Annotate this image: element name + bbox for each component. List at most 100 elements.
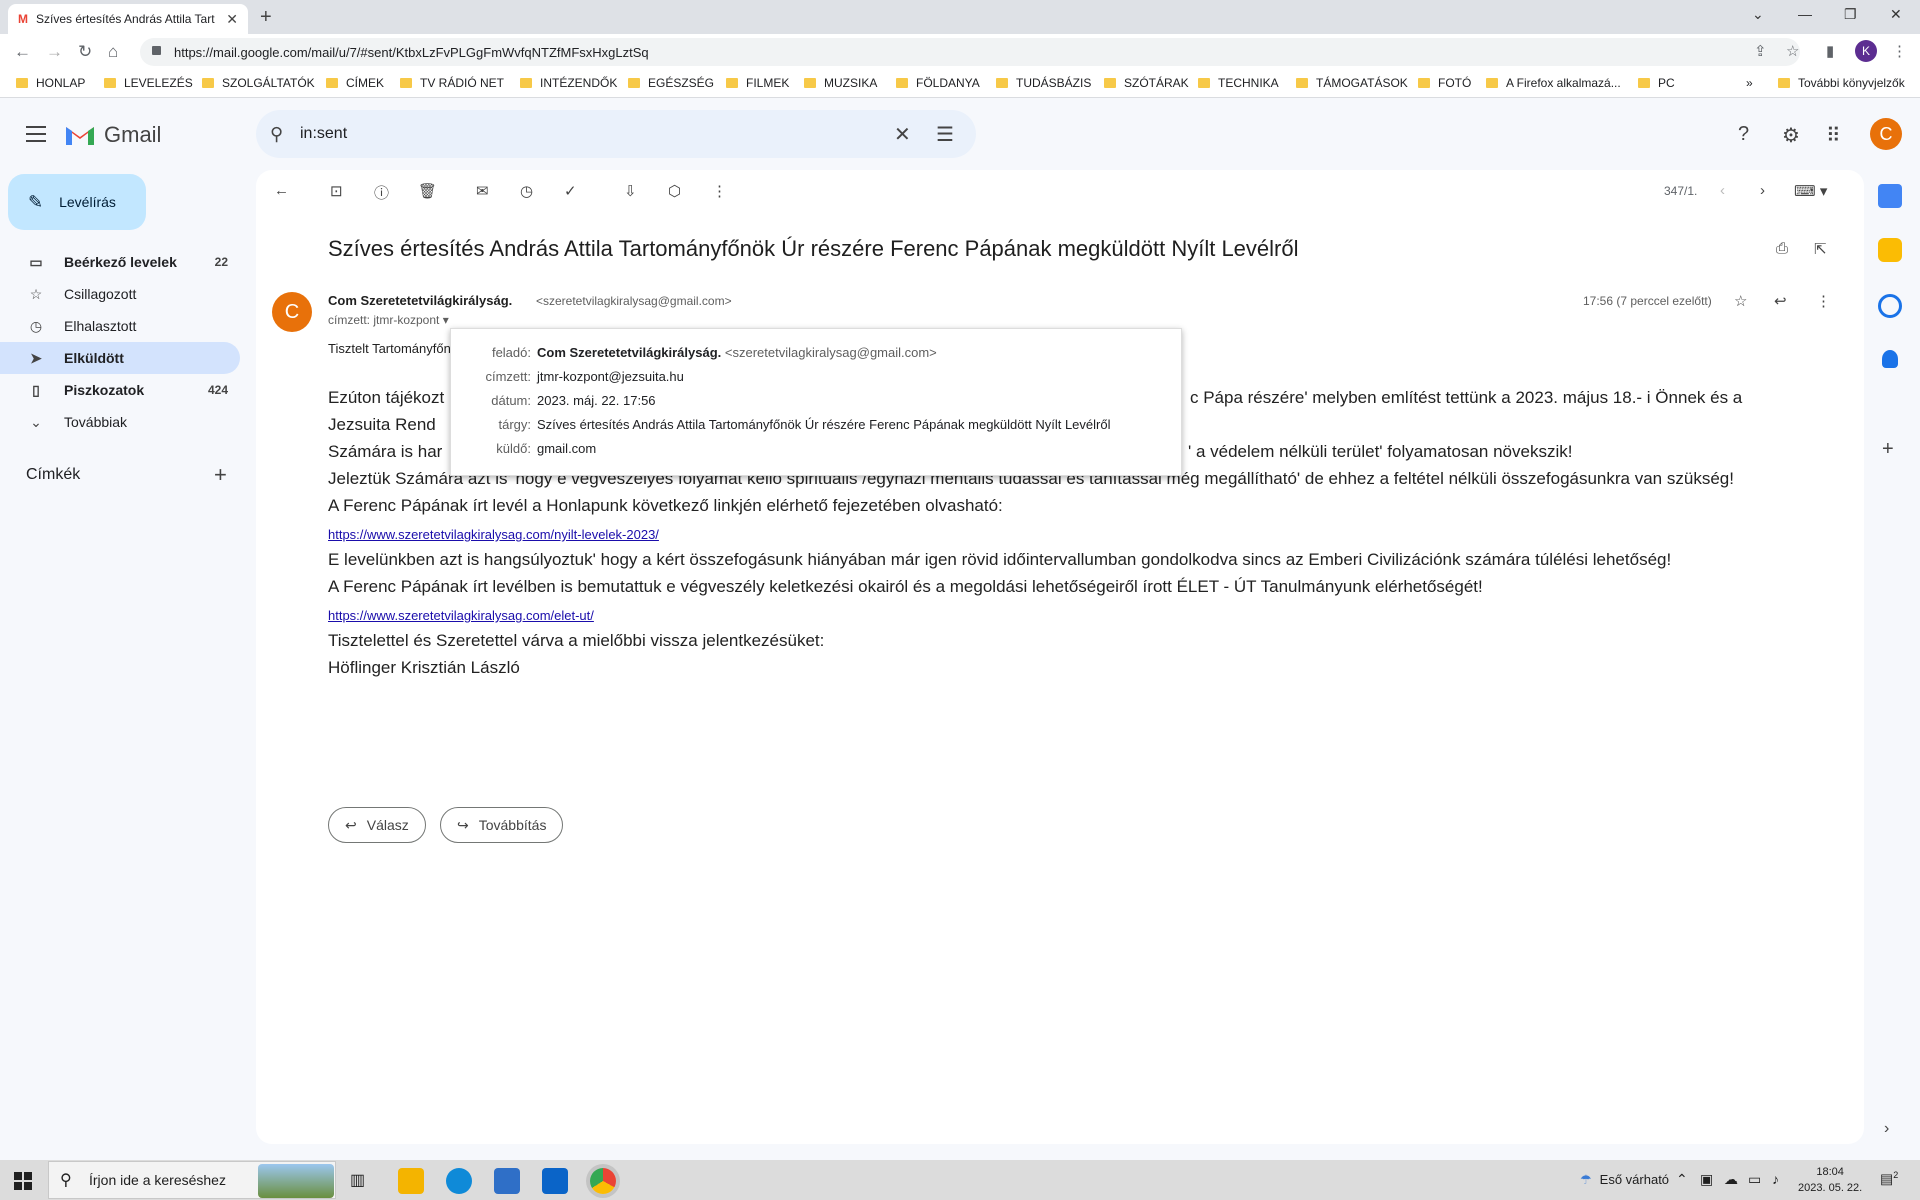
- forward-icon[interactable]: →: [46, 42, 63, 62]
- weather-widget[interactable]: ☂ Eső várható: [1580, 1172, 1669, 1188]
- older-icon[interactable]: ›: [1760, 182, 1765, 199]
- open-new-window-icon[interactable]: ⇱: [1814, 240, 1827, 258]
- bookmark-folder[interactable]: TUDÁSBÁZIS: [996, 76, 1091, 90]
- sidebar-item-inbox[interactable]: ▭ Beérkező levelek 22: [0, 246, 240, 278]
- taskbar-clock[interactable]: 18:04 2023. 05. 22.: [1798, 1164, 1862, 1196]
- search-icon[interactable]: ⚲: [270, 124, 283, 145]
- main-menu-icon[interactable]: [26, 126, 46, 142]
- file-explorer-icon[interactable]: [398, 1168, 424, 1194]
- minimize-button[interactable]: —: [1798, 6, 1812, 22]
- browser-tab[interactable]: M Szíves értesítés András Attila Tart ✕: [8, 4, 248, 34]
- label-icon[interactable]: ⬡: [668, 182, 681, 200]
- share-icon[interactable]: ⇪: [1754, 42, 1767, 60]
- bookmark-folder[interactable]: TECHNIKA: [1198, 76, 1279, 90]
- back-to-list-icon[interactable]: ←: [274, 182, 289, 199]
- chrome-icon[interactable]: [590, 1168, 616, 1194]
- bookmark-folder[interactable]: TÁMOGATÁSOK: [1296, 76, 1408, 90]
- volume-icon[interactable]: ♪: [1772, 1171, 1779, 1187]
- task-view-icon[interactable]: ▥: [350, 1170, 365, 1190]
- newer-icon[interactable]: ‹: [1720, 182, 1725, 199]
- bookmark-folder[interactable]: HONLAP: [16, 76, 85, 90]
- back-icon[interactable]: ←: [14, 42, 31, 62]
- clear-search-icon[interactable]: ✕: [894, 122, 911, 147]
- message-more-icon[interactable]: ⋮: [1816, 292, 1831, 310]
- other-bookmarks[interactable]: További könyvjelzők: [1778, 76, 1905, 90]
- tray-chevron-up-icon[interactable]: ⌃: [1676, 1171, 1688, 1188]
- home-icon[interactable]: ⌂: [108, 42, 118, 62]
- gmail-logo[interactable]: Gmail: [64, 122, 161, 148]
- recipient-line[interactable]: címzett: jtmr-kozpont ▾: [328, 313, 449, 327]
- link-elet-ut[interactable]: https://www.szeretetvilagkiralysag.com/e…: [328, 608, 594, 623]
- star-message-icon[interactable]: ☆: [1734, 292, 1747, 310]
- account-avatar[interactable]: C: [1870, 118, 1902, 150]
- apps-grid-icon[interactable]: ⠿: [1826, 123, 1841, 148]
- report-spam-icon[interactable]: ⓘ: [374, 182, 389, 203]
- link-open-letters[interactable]: https://www.szeretetvilagkiralysag.com/n…: [328, 527, 659, 542]
- get-addons-icon[interactable]: +: [1882, 438, 1894, 461]
- bookmark-folder[interactable]: INTÉZENDŐK: [520, 76, 617, 90]
- details-dropdown-icon[interactable]: ▾: [443, 313, 449, 327]
- reply-icon[interactable]: ↩: [1774, 292, 1787, 310]
- mail-search-input[interactable]: in:sent: [256, 110, 976, 158]
- reply-button[interactable]: ↩ Válasz: [328, 807, 426, 843]
- snooze-icon[interactable]: ◷: [520, 182, 533, 200]
- input-tools-icon[interactable]: ⌨ ▾: [1794, 182, 1827, 200]
- bookmark-folder[interactable]: SZOLGÁLTATÓK: [202, 76, 315, 90]
- sidebar-item-snoozed[interactable]: ◷ Elhalasztott: [0, 310, 240, 342]
- move-to-icon[interactable]: ⇩: [624, 182, 637, 200]
- bookmark-folder[interactable]: TV RÁDIÓ NET: [400, 76, 504, 90]
- side-panel-icon[interactable]: ▮: [1826, 42, 1834, 60]
- bookmark-folder[interactable]: SZÓTÁRAK: [1104, 76, 1189, 90]
- notifications-icon[interactable]: ▤2: [1880, 1170, 1898, 1188]
- sidebar-item-starred[interactable]: ☆ Csillagozott: [0, 278, 240, 310]
- sender-avatar[interactable]: C: [272, 292, 312, 332]
- tasks-icon[interactable]: [1878, 294, 1902, 318]
- hide-side-panel-icon[interactable]: ›: [1884, 1120, 1889, 1138]
- bookmark-folder[interactable]: A Firefox alkalmazá...: [1486, 76, 1621, 90]
- calendar-icon[interactable]: [1878, 184, 1902, 208]
- tab-search-icon[interactable]: ⌄: [1752, 6, 1764, 23]
- bookmark-folder[interactable]: FOTÓ: [1418, 76, 1471, 90]
- more-actions-icon[interactable]: ⋮: [712, 182, 727, 200]
- edge-icon[interactable]: [446, 1168, 472, 1194]
- contacts-icon[interactable]: [1882, 350, 1898, 368]
- new-tab-button[interactable]: +: [260, 6, 272, 29]
- sidebar-item-more[interactable]: ⌄ Továbbiak: [0, 406, 240, 438]
- settings-gear-icon[interactable]: ⚙: [1782, 123, 1800, 148]
- browser-menu-icon[interactable]: ⋮: [1892, 42, 1907, 60]
- sidebar-item-drafts[interactable]: ▯ Piszkozatok 424: [0, 374, 240, 406]
- mail-app-icon[interactable]: [542, 1168, 568, 1194]
- sender-name[interactable]: Com Szeretetetvilágkirályság.: [328, 293, 512, 308]
- onedrive-cloud-icon[interactable]: ☁: [1724, 1171, 1738, 1188]
- search-options-icon[interactable]: ☰: [936, 122, 954, 147]
- reload-icon[interactable]: ↻: [78, 42, 92, 62]
- browser-profile-avatar[interactable]: K: [1855, 40, 1877, 62]
- bookmark-folder[interactable]: MUZSIKA: [804, 76, 877, 90]
- bookmarks-overflow-button[interactable]: »: [1746, 76, 1753, 90]
- bookmark-folder[interactable]: EGÉSZSÉG: [628, 76, 714, 90]
- lock-icon[interactable]: [152, 46, 161, 55]
- address-bar[interactable]: https://mail.google.com/mail/u/7/#sent/K…: [140, 38, 1800, 66]
- delete-icon[interactable]: 🗑: [418, 182, 437, 200]
- windows-start-icon[interactable]: [14, 1172, 32, 1190]
- forward-button[interactable]: ↪ Továbbítás: [440, 807, 564, 843]
- bookmark-folder[interactable]: LEVELEZÉS: [104, 76, 193, 90]
- close-window-button[interactable]: ✕: [1890, 6, 1902, 23]
- compose-button[interactable]: ✎ Levélírás: [8, 174, 146, 230]
- tray-device-icon[interactable]: ▣: [1700, 1171, 1713, 1188]
- sidebar-item-sent[interactable]: ➤ Elküldött: [0, 342, 240, 374]
- print-icon[interactable]: ⎙: [1776, 240, 1788, 257]
- network-icon[interactable]: ▭: [1748, 1171, 1761, 1188]
- help-icon[interactable]: ?: [1738, 123, 1749, 146]
- store-icon[interactable]: [494, 1168, 520, 1194]
- add-task-icon[interactable]: ✓: [564, 182, 577, 200]
- mark-unread-icon[interactable]: ✉: [476, 182, 489, 200]
- bookmark-folder[interactable]: FÖLDANYA: [896, 76, 980, 90]
- keep-icon[interactable]: [1878, 238, 1902, 262]
- bookmark-star-icon[interactable]: ☆: [1786, 42, 1799, 60]
- bookmark-folder[interactable]: CÍMEK: [326, 76, 384, 90]
- add-label-icon[interactable]: +: [214, 462, 227, 488]
- tab-close-icon[interactable]: ✕: [226, 11, 238, 28]
- bookmark-folder[interactable]: PC: [1638, 76, 1675, 90]
- bookmark-folder[interactable]: FILMEK: [726, 76, 789, 90]
